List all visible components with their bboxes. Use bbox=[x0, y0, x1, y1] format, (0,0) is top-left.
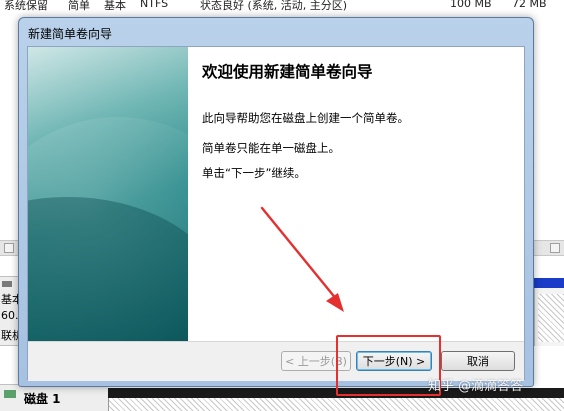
next-button-highlight bbox=[336, 335, 441, 396]
banner-decoration bbox=[28, 197, 188, 341]
disk-1-label[interactable]: 磁盘 1 bbox=[0, 384, 108, 411]
disk-icon bbox=[2, 281, 12, 287]
scroll-right-button[interactable] bbox=[550, 243, 560, 253]
new-simple-volume-wizard: 新建简单卷向导 欢迎使用新建简单卷向导 此向导帮助您在磁盘上创建一个简单卷。 简… bbox=[18, 17, 534, 387]
disk-1-name: 磁盘 1 bbox=[24, 392, 61, 406]
scroll-left-button[interactable] bbox=[4, 243, 14, 253]
volume-layout: 简单 bbox=[68, 0, 90, 12]
disk-1-unallocated-block[interactable] bbox=[108, 398, 564, 411]
wizard-text-line: 此向导帮助您在磁盘上创建一个简单卷。 bbox=[202, 111, 409, 125]
wizard-text-line: 单击“下一步”继续。 bbox=[202, 166, 306, 180]
volume-row-system-reserved[interactable]: 系统保留 简单 基本 NTFS 状态良好 (系统, 活动, 主分区) 100 M… bbox=[0, 0, 564, 12]
volume-free: 72 MB bbox=[512, 0, 547, 10]
volume-status: 状态良好 (系统, 活动, 主分区) bbox=[200, 0, 348, 12]
cancel-button[interactable]: 取消 bbox=[441, 351, 515, 371]
disk-icon bbox=[4, 390, 16, 398]
partition-hatch bbox=[538, 294, 564, 342]
volume-capacity: 100 MB bbox=[450, 0, 492, 10]
title-bar[interactable]: 新建简单卷向导 bbox=[19, 18, 533, 46]
wizard-side-banner bbox=[28, 47, 188, 341]
volume-type: 基本 bbox=[104, 0, 126, 12]
volume-fs: NTFS bbox=[140, 0, 169, 10]
wizard-heading: 欢迎使用新建简单卷向导 bbox=[202, 63, 373, 81]
volume-name: 系统保留 bbox=[4, 0, 48, 12]
zhihu-watermark: 知乎 @滴滴答答 bbox=[428, 379, 524, 394]
wizard-content: 欢迎使用新建简单卷向导 此向导帮助您在磁盘上创建一个简单卷。 简单卷只能在单一磁… bbox=[188, 47, 526, 341]
wizard-body: 欢迎使用新建简单卷向导 此向导帮助您在磁盘上创建一个简单卷。 简单卷只能在单一磁… bbox=[27, 46, 526, 381]
wizard-text-line: 简单卷只能在单一磁盘上。 bbox=[202, 141, 340, 155]
window-title: 新建简单卷向导 bbox=[28, 27, 113, 41]
